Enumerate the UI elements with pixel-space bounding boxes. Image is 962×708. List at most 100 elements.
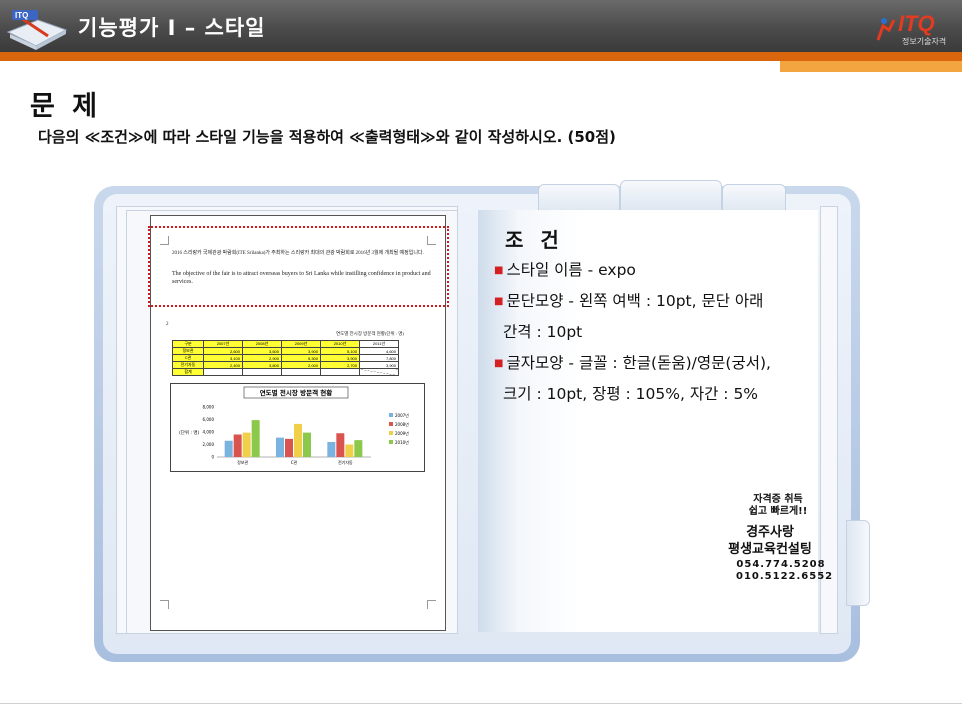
header-title: 기능평가 I – 스타일: [78, 16, 266, 40]
legend-label: 2007년: [395, 412, 409, 418]
legend-swatch: [389, 431, 393, 435]
table-row: 정보관 2,600 3,600 3,900 5,100 4,600: [172, 347, 399, 355]
promo-organization: 경주사랑 평생교육컨설팅: [706, 524, 834, 558]
table-cell: 4,600: [359, 347, 399, 355]
promo-org-line: 평생교육컨설팅: [728, 542, 812, 557]
style-highlight-box: [148, 226, 449, 307]
book-side-tab: [846, 520, 870, 606]
table-cell: [281, 368, 321, 376]
promo-slogan-line: 쉽고 빠르게!!: [748, 506, 808, 517]
chart-bar: [242, 432, 251, 457]
table-cell: 5,100: [320, 347, 360, 355]
margin-mark: [160, 600, 169, 609]
condition-text: 간격 : 10pt: [503, 323, 583, 341]
chart-bar: [224, 440, 233, 457]
table-header-cell: 2009년: [281, 340, 321, 348]
problem-title: 문 제: [30, 91, 102, 122]
section-number: 2: [166, 322, 169, 327]
chart-bar: [285, 438, 293, 457]
condition-item-continued: 간격 : 10pt: [503, 320, 582, 342]
table-header-row: 구분 2007년 2008년 2009년 2010년 2011년: [172, 340, 399, 348]
problem-description: 다음의 ≪조건≫에 따라 스타일 기능을 적용하여 ≪출력형태≫와 같이 작성하…: [38, 128, 616, 146]
table-header-cell: 2010년: [320, 340, 360, 348]
table-row: 합계: [172, 368, 399, 376]
table-header-cell: 구분: [172, 340, 204, 348]
table-cell: 3,900: [359, 361, 399, 369]
header-accent: [780, 61, 962, 72]
book-tab: [620, 180, 722, 212]
table-cell: [320, 368, 360, 376]
x-category-label: 정보관: [237, 459, 248, 465]
table-cell: C관: [172, 354, 204, 362]
table-cell: 3,800: [242, 361, 282, 369]
chart-ylabel: (단위 : 명): [179, 429, 200, 436]
legend-label: 2008년: [395, 421, 409, 427]
legend-swatch: [389, 422, 393, 426]
chart-bar: [354, 440, 363, 457]
chart-bar: [303, 432, 311, 457]
header-divider: [0, 52, 962, 61]
table-cell: [359, 368, 399, 376]
table-cell: 2,000: [281, 361, 321, 369]
chart-bar: [345, 444, 354, 457]
chart-bar: [276, 437, 284, 457]
chart-bar: [327, 442, 336, 457]
y-tick-label: 4,000: [203, 430, 215, 435]
bullet-icon: ■: [494, 296, 504, 307]
condition-text: 글자모양 - 글꼴 : 한글(돋움)/영문(궁서),: [506, 354, 771, 372]
table-cell: 합계: [172, 368, 204, 376]
table-row: C관 3,100 2,900 5,300 3,900 7,800: [172, 354, 399, 362]
data-table: 구분 2007년 2008년 2009년 2010년 2011년 정보관 2,6…: [172, 340, 399, 376]
table-title: 연도별 전시장 방문객 현황(단위 : 명): [336, 331, 404, 336]
table-cell: 전기자동: [172, 361, 204, 369]
bar-chart: 연도별 전시장 방문객 현황 (단위 : 명) 8,000 6,000 4,000 2…: [179, 386, 409, 465]
table-cell: 3,900: [281, 347, 321, 355]
condition-item: ■ 스타일 이름 - expo: [494, 258, 636, 280]
itq-logo: ITQ: [898, 11, 935, 36]
table-cell: 3,100: [203, 354, 243, 362]
svg-text:ITQ: ITQ: [15, 11, 28, 20]
promo-slogan-line: 자격증 취득: [753, 494, 803, 505]
itq-logo-subtext: 정보기술자격: [902, 37, 947, 46]
promo-phone: 010.5122.6552: [736, 571, 834, 582]
x-category-label: 전기자동: [338, 459, 353, 465]
legend-label: 2009년: [395, 430, 409, 436]
conditions-title: 조 건: [505, 228, 564, 252]
margin-mark: [427, 600, 436, 609]
table-cell: 5,300: [281, 354, 321, 362]
chart-bar: [233, 434, 242, 457]
y-tick-label: 2,000: [203, 442, 215, 447]
table-cell: [203, 368, 243, 376]
bottom-divider: [0, 703, 962, 704]
condition-text: 크기 : 10pt, 장평 : 105%, 자간 : 5%: [503, 385, 759, 403]
table-header-cell: 2007년: [203, 340, 243, 348]
condition-item-continued: 크기 : 10pt, 장평 : 105%, 자간 : 5%: [503, 382, 758, 404]
condition-item: ■ 글자모양 - 글꼴 : 한글(돋움)/영문(궁서),: [494, 351, 771, 373]
itq-person-icon: [876, 18, 896, 41]
table-row: 전기자동 2,400 3,800 2,000 2,700 3,900: [172, 361, 399, 369]
chart-bar: [251, 420, 260, 457]
x-category-label: C관: [291, 459, 298, 465]
table-cell: 7,800: [359, 354, 399, 362]
table-cell: 2,600: [203, 347, 243, 355]
chart-container: 연도별 전시장 방문객 현황 (단위 : 명) 8,000 6,000 4,000 2…: [170, 383, 425, 472]
promo-phones: 054.774.5208 010.5122.6552: [736, 559, 834, 583]
legend-swatch: [389, 413, 393, 417]
condition-text: 문단모양 - 왼쪽 여백 : 10pt, 문단 아래: [506, 292, 764, 310]
table-header-cell: 2011년: [359, 340, 399, 348]
promo-org-line: 경주사랑: [746, 525, 794, 540]
table-cell: 2,700: [320, 361, 360, 369]
table-cell: 3,900: [320, 354, 360, 362]
table-cell: 2,400: [203, 361, 243, 369]
chart-bar: [336, 433, 345, 457]
y-tick-label: 6,000: [203, 417, 215, 422]
table-cell: 2,900: [242, 354, 282, 362]
legend-label: 2010년: [395, 439, 409, 445]
chart-bar: [294, 423, 302, 457]
bullet-icon: ■: [494, 265, 504, 276]
legend-swatch: [389, 440, 393, 444]
bullet-icon: ■: [494, 358, 504, 369]
condition-item: ■ 문단모양 - 왼쪽 여백 : 10pt, 문단 아래: [494, 289, 763, 311]
promo-phone: 054.774.5208: [736, 559, 826, 570]
table-cell: 정보관: [172, 347, 204, 355]
